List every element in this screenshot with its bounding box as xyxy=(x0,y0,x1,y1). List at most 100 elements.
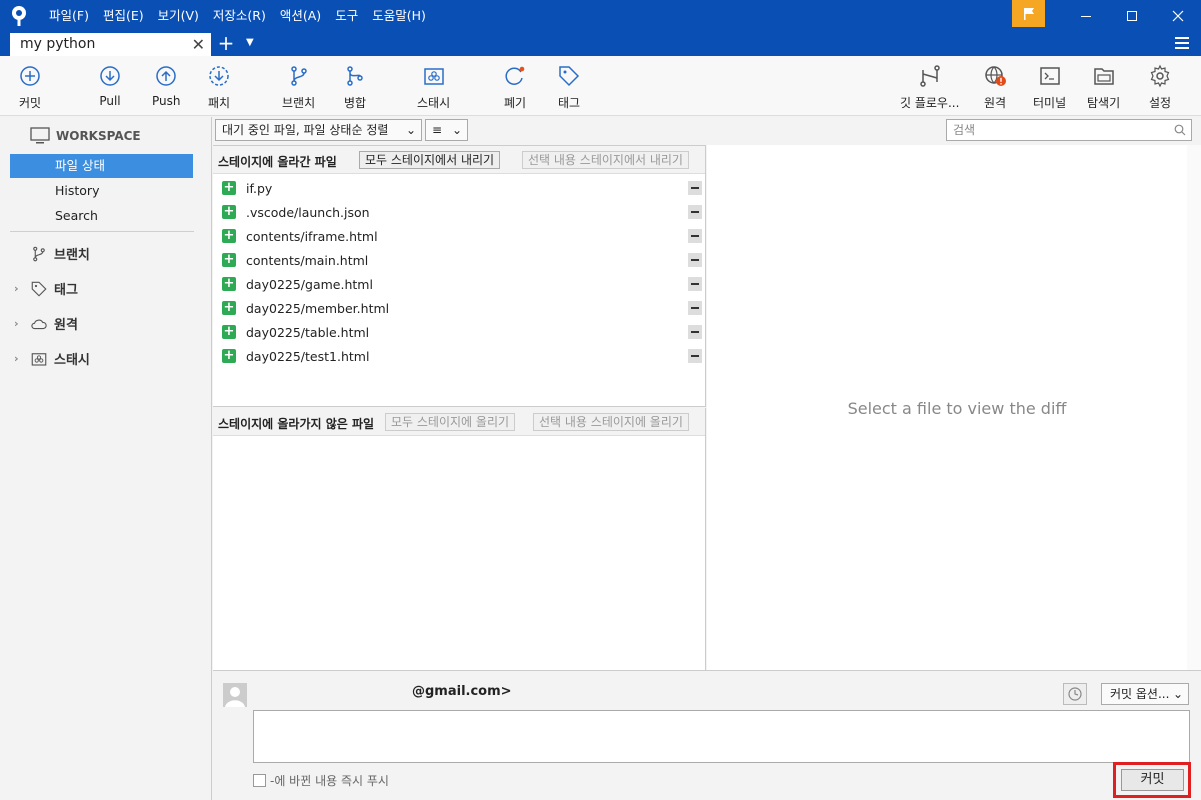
chevron-down-icon: ⌄ xyxy=(451,123,462,137)
unstage-minus-icon[interactable] xyxy=(688,277,702,291)
branch-icon xyxy=(290,66,307,86)
staged-file-row[interactable]: + if.py xyxy=(222,176,702,200)
commit-button[interactable]: 커밋 xyxy=(1121,769,1184,791)
stage-selected-button[interactable]: 선택 내용 스테이지에 올리기 xyxy=(533,413,689,431)
unstage-minus-icon[interactable] xyxy=(688,181,702,195)
discard-toolbar-button[interactable]: 폐기 xyxy=(503,64,527,111)
menu-help[interactable]: 도움말(H) xyxy=(365,0,433,32)
stash-icon xyxy=(423,68,444,85)
added-plus-icon: + xyxy=(222,276,236,291)
remote-toolbar-button[interactable]: 원격 xyxy=(983,64,1007,111)
flag-icon xyxy=(1023,7,1034,20)
menu-bar: 파일(F) 편집(E) 보기(V) 저장소(R) 액션(A) 도구 도움말(H) xyxy=(42,0,433,32)
unstaged-header: 스테이지에 올라가지 않은 파일 모두 스테이지에 올리기 선택 내용 스테이지… xyxy=(213,408,705,436)
unstage-minus-icon[interactable] xyxy=(688,253,702,267)
tab-close-icon[interactable]: ✕ xyxy=(192,33,205,56)
tab-dropdown-icon[interactable]: ▼ xyxy=(246,37,254,48)
stage-all-button[interactable]: 모두 스테이지에 올리기 xyxy=(385,413,516,431)
staged-file-row[interactable]: + contents/iframe.html xyxy=(222,224,702,248)
staged-file-row[interactable]: + day0225/test1.html xyxy=(222,344,702,368)
list-view-icon: ≡ xyxy=(432,123,443,137)
branch-icon xyxy=(33,246,45,261)
minimize-icon xyxy=(1081,16,1091,17)
staged-file-row[interactable]: + contents/main.html xyxy=(222,248,702,272)
stash-toolbar-button[interactable]: 스태시 xyxy=(417,64,450,111)
menu-repository[interactable]: 저장소(R) xyxy=(206,0,273,32)
staged-header: 스테이지에 올라간 파일 모두 스테이지에서 내리기 선택 내용 스테이지에서 … xyxy=(213,146,705,174)
sidebar-divider xyxy=(10,231,194,232)
diff-scrollbar[interactable] xyxy=(1187,145,1201,670)
sidebar-group-branches[interactable]: 브랜치 xyxy=(14,244,90,263)
new-tab-button[interactable]: + xyxy=(215,32,237,56)
pull-toolbar-button[interactable]: Pull xyxy=(98,64,122,108)
search-input[interactable]: 검색 xyxy=(946,119,1192,141)
added-plus-icon: + xyxy=(222,324,236,339)
menu-tools[interactable]: 도구 xyxy=(328,0,365,32)
gitflow-icon xyxy=(919,65,940,87)
sidebar-group-remotes[interactable]: › 원격 xyxy=(14,314,78,333)
explorer-toolbar-button[interactable]: 탐색기 xyxy=(1087,64,1120,111)
cloud-icon xyxy=(31,319,47,329)
menu-edit[interactable]: 편집(E) xyxy=(96,0,151,32)
terminal-toolbar-button[interactable]: 터미널 xyxy=(1033,64,1066,111)
workspace-header: WORKSPACE xyxy=(30,127,141,145)
maximize-icon xyxy=(1127,11,1137,21)
chevron-right-icon: › xyxy=(14,282,19,295)
staged-file-row[interactable]: + day0225/game.html xyxy=(222,272,702,296)
commit-toolbar-button[interactable]: 커밋 xyxy=(18,64,42,111)
sidebar-item-file-status[interactable]: 파일 상태 xyxy=(10,154,193,178)
diff-viewer: Select a file to view the diff xyxy=(707,145,1201,670)
tab-my-python[interactable]: my python ✕ xyxy=(10,33,211,56)
hamburger-menu-icon[interactable] xyxy=(1175,37,1189,52)
commit-history-button[interactable] xyxy=(1063,683,1087,705)
unstage-minus-icon[interactable] xyxy=(688,325,702,339)
unstage-minus-icon[interactable] xyxy=(688,301,702,315)
sidebar-group-stashes[interactable]: › 스태시 xyxy=(14,349,90,368)
avatar xyxy=(223,683,247,707)
maximize-button[interactable] xyxy=(1109,0,1155,32)
toolbar: 커밋 Pull Push 패치 브랜치 병합 스태시 폐기 태그 깃 플로우..… xyxy=(0,56,1201,116)
sidebar-item-search[interactable]: Search xyxy=(10,204,193,228)
commit-options-dropdown[interactable]: 커밋 옵션... ⌄ xyxy=(1101,683,1189,705)
sort-dropdown[interactable]: 대기 중인 파일, 파일 상태순 정렬 ⌄ xyxy=(215,119,422,141)
clock-icon xyxy=(1068,687,1082,701)
monitor-icon xyxy=(30,127,50,144)
menu-actions[interactable]: 액션(A) xyxy=(273,0,328,32)
commit-message-input[interactable] xyxy=(253,710,1190,763)
merge-toolbar-button[interactable]: 병합 xyxy=(343,64,367,111)
chevron-right-icon: › xyxy=(14,317,19,330)
commit-author: @gmail.com> xyxy=(412,684,512,699)
patch-icon xyxy=(209,66,229,86)
push-toolbar-button[interactable]: Push xyxy=(152,64,181,108)
checkbox[interactable] xyxy=(253,774,266,787)
unstage-minus-icon[interactable] xyxy=(688,349,702,363)
stash-icon xyxy=(31,352,47,366)
unstage-selected-button[interactable]: 선택 내용 스테이지에서 내리기 xyxy=(522,151,689,169)
minimize-button[interactable] xyxy=(1063,0,1109,32)
menu-view[interactable]: 보기(V) xyxy=(151,0,206,32)
unstage-minus-icon[interactable] xyxy=(688,229,702,243)
gitflow-toolbar-button[interactable]: 깃 플로우... xyxy=(900,64,959,111)
tag-toolbar-button[interactable]: 태그 xyxy=(557,64,581,111)
close-button[interactable] xyxy=(1155,0,1201,32)
staged-file-row[interactable]: + day0225/member.html xyxy=(222,296,702,320)
flag-button[interactable] xyxy=(1012,0,1045,27)
staged-file-row[interactable]: + .vscode/launch.json xyxy=(222,200,702,224)
patch-toolbar-button[interactable]: 패치 xyxy=(207,64,231,111)
menu-file[interactable]: 파일(F) xyxy=(42,0,96,32)
branch-toolbar-button[interactable]: 브랜치 xyxy=(282,64,315,111)
folder-icon xyxy=(1093,68,1114,85)
view-mode-dropdown[interactable]: ≡ ⌄ xyxy=(425,119,468,141)
added-plus-icon: + xyxy=(222,204,236,219)
push-immediately-checkbox[interactable]: -에 바뀐 내용 즉시 푸시 xyxy=(253,772,389,789)
pull-arrow-down-icon xyxy=(100,66,120,86)
settings-toolbar-button[interactable]: 설정 xyxy=(1148,64,1172,111)
sidebar-group-tags[interactable]: › 태그 xyxy=(14,279,78,298)
unstage-minus-icon[interactable] xyxy=(688,205,702,219)
sidebar-item-history[interactable]: History xyxy=(10,179,193,203)
sidebar: WORKSPACE 파일 상태 History Search 브랜치 › 태그 … xyxy=(0,117,212,800)
tag-icon xyxy=(559,66,580,87)
gear-icon xyxy=(1150,64,1170,88)
unstage-all-button[interactable]: 모두 스테이지에서 내리기 xyxy=(359,151,501,169)
staged-file-row[interactable]: + day0225/table.html xyxy=(222,320,702,344)
